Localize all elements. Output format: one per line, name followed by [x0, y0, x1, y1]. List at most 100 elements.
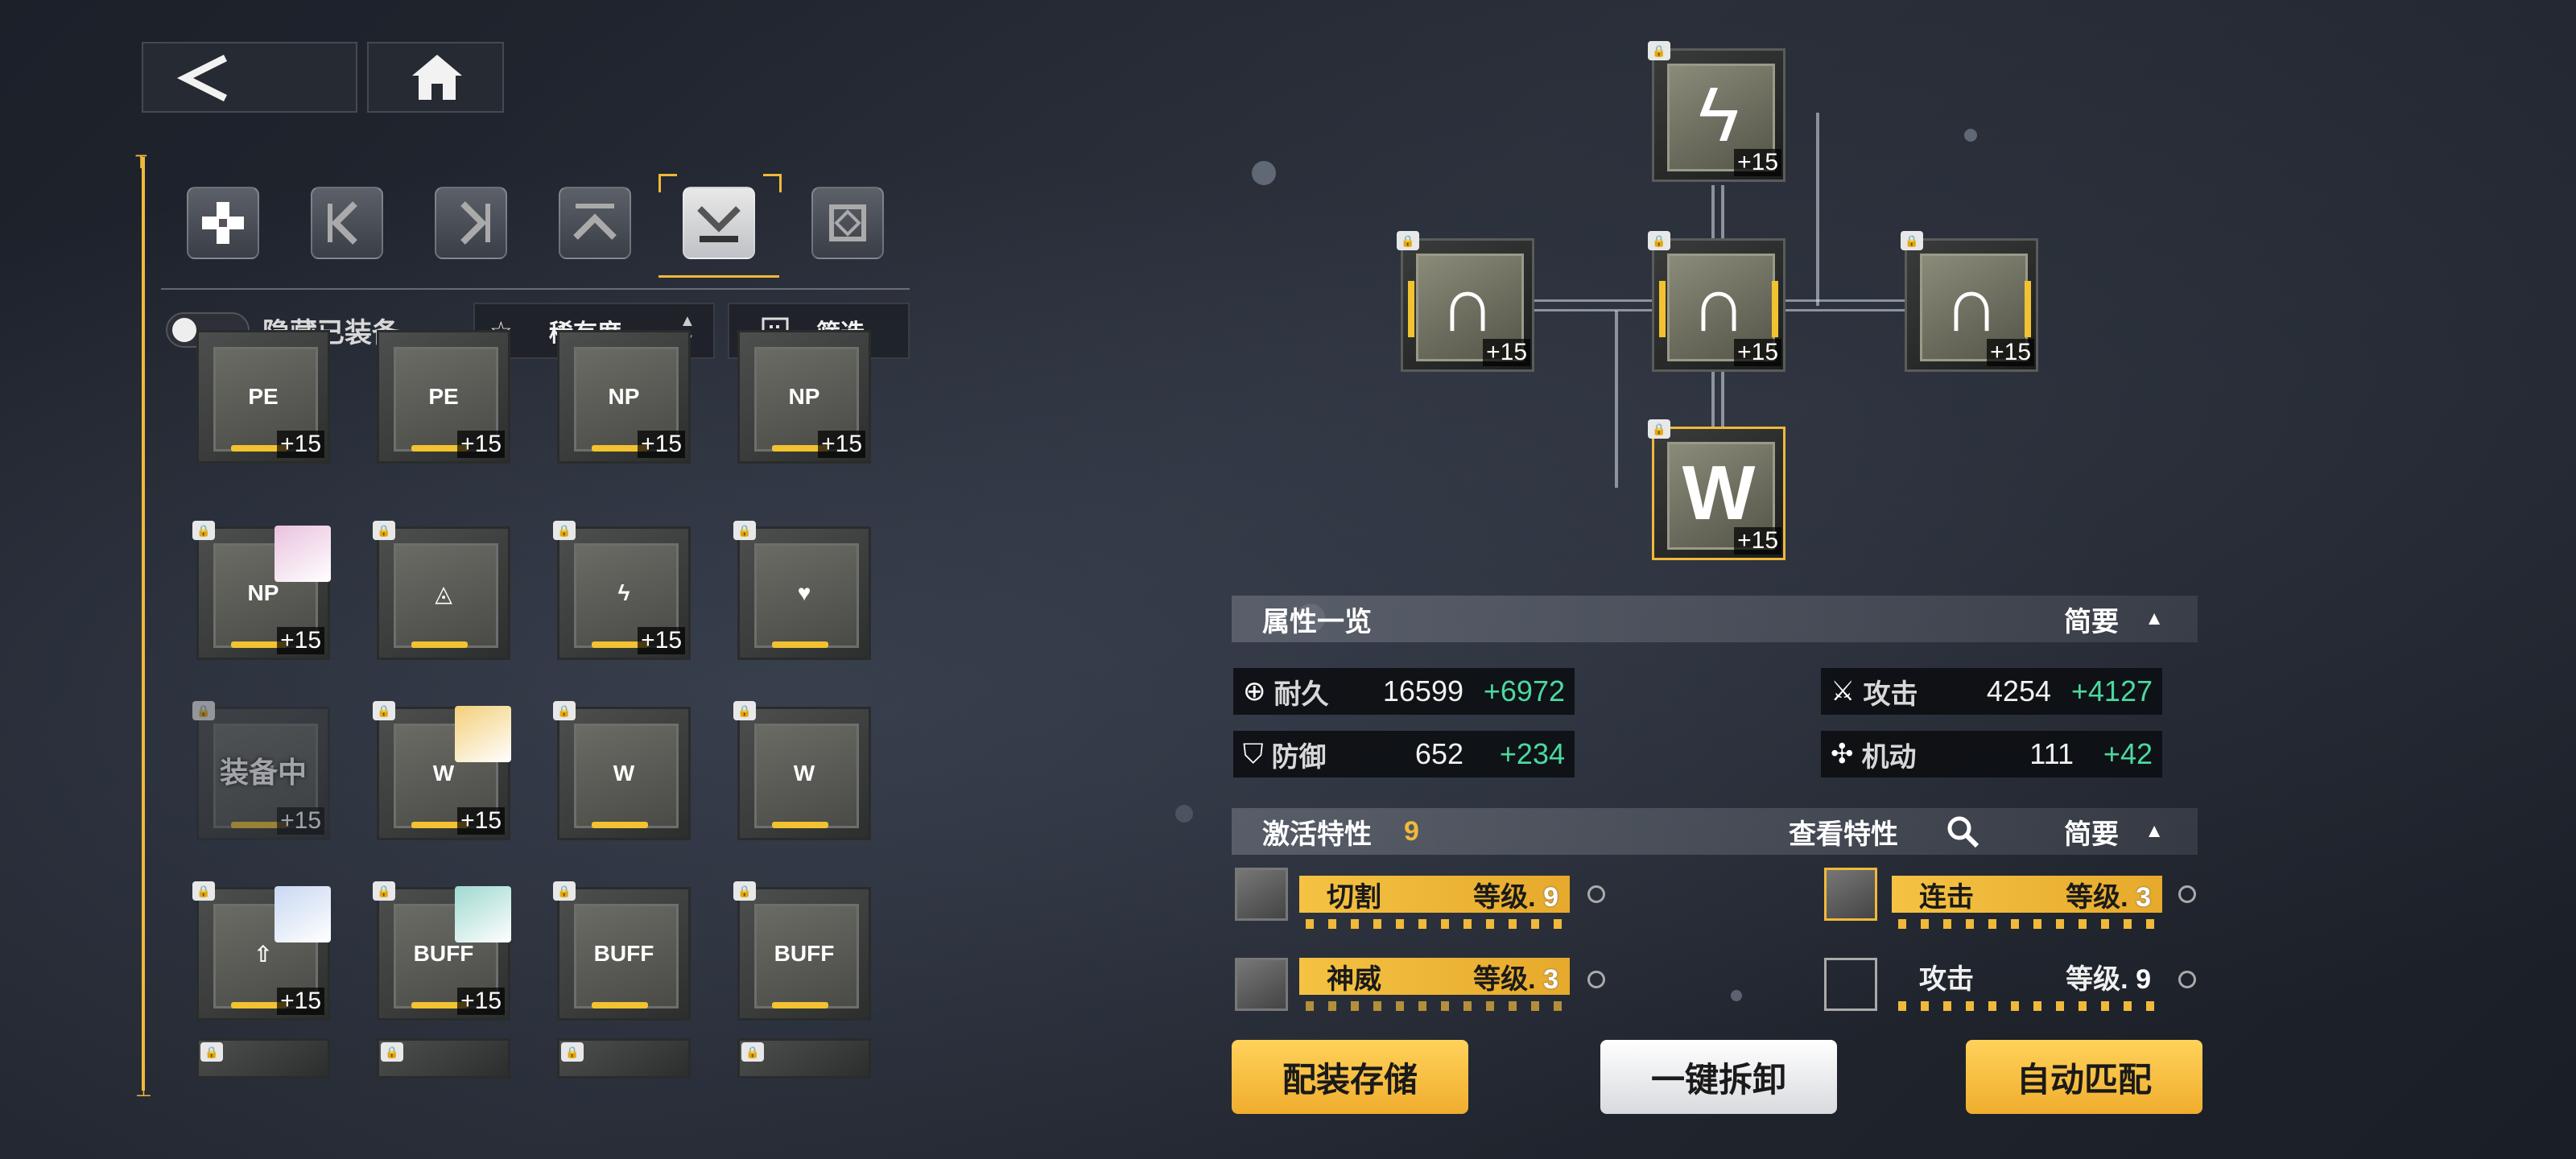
tree-connector: [1721, 370, 1724, 427]
stat-bonus: +4127: [2070, 674, 2153, 707]
traits-toggle-label: 简要: [2064, 819, 2119, 850]
trait-name: 连击: [1919, 881, 1974, 913]
frame-icon: [829, 204, 866, 241]
back-button[interactable]: [142, 42, 357, 113]
lock-icon: 🔒: [1397, 231, 1419, 250]
home-button[interactable]: [367, 42, 504, 113]
inventory-item[interactable]: ϟ 🔒 +15: [553, 521, 691, 660]
item-glyph: ◬: [435, 580, 452, 606]
item-plus: +15: [457, 431, 505, 458]
trait-row[interactable]: 神威 等级. 3: [1299, 958, 1570, 995]
scrollbar-bottom-marker: ⊥: [135, 1079, 152, 1101]
item-plus: +15: [457, 807, 505, 835]
zoom-icon[interactable]: [1587, 971, 1605, 988]
inventory-item[interactable]: BUFF 🔒: [553, 881, 691, 1021]
trait-level-dots: [1306, 1001, 1563, 1011]
tab-center[interactable]: [811, 187, 884, 259]
inventory-item[interactable]: NP +15: [557, 330, 691, 464]
trait-name: 切割: [1327, 881, 1381, 913]
inventory-item[interactable]: NP +15: [737, 330, 871, 464]
save-loadout-button[interactable]: 配装存储: [1232, 1040, 1468, 1114]
inventory-item[interactable]: PE +15: [196, 330, 330, 464]
item-rarity-bar: [592, 1002, 648, 1008]
item-plus: +15: [277, 807, 324, 835]
trait-level-dots: [1898, 1001, 2156, 1011]
trait-level: 等级. 9: [2066, 957, 2151, 996]
inventory-item[interactable]: BUFF 🔒: [733, 881, 871, 1021]
scrollbar-track[interactable]: [142, 157, 145, 1091]
combo-trait-icon: [1824, 868, 1877, 921]
view-traits-label[interactable]: 查看特性: [1789, 812, 1898, 852]
lock-icon: 🔒: [192, 881, 215, 901]
lock-icon: 🔒: [553, 701, 576, 720]
tree-connector: [1711, 370, 1715, 427]
trait-level: 等级. 3: [2066, 875, 2151, 914]
tab-right[interactable]: [435, 187, 507, 259]
node-plus: +15: [1483, 339, 1530, 366]
node-yellow-bar: [1408, 281, 1414, 337]
tree-node-right[interactable]: ∩ 🔒 +15: [1901, 231, 2038, 372]
inventory-item[interactable]: W 🔒 +15: [373, 701, 511, 840]
trait-row[interactable]: 切割 等级. 9: [1299, 876, 1570, 913]
toggle-knob: [172, 318, 196, 342]
inventory-item[interactable]: ♥ 🔒: [733, 521, 871, 660]
trait-level-label: 等级.: [2066, 963, 2128, 995]
inventory-item[interactable]: NP 🔒 +15: [192, 521, 331, 660]
inventory-item-partial[interactable]: 🔒: [377, 1038, 510, 1079]
item-rarity-bar: [772, 1002, 828, 1008]
tree-node-bottom[interactable]: W 🔒 +15: [1648, 419, 1785, 560]
mobility-icon: ✣: [1831, 739, 1854, 769]
scrollbar-top-marker: T: [135, 151, 147, 173]
inventory-item-partial[interactable]: 🔒: [557, 1038, 691, 1079]
inventory-item-partial[interactable]: 🔒: [196, 1038, 330, 1079]
collapse-icon: ▲: [2145, 820, 2164, 842]
stat-bonus: +6972: [1483, 674, 1565, 707]
inventory-item[interactable]: PE +15: [377, 330, 510, 464]
stat-value: 652: [1414, 737, 1463, 770]
tree-node-center[interactable]: ∩ 🔒 +15: [1648, 231, 1785, 372]
inventory-item[interactable]: ◬ 🔒: [373, 521, 510, 660]
inventory-item[interactable]: W 🔒 +15 装备中: [192, 701, 330, 840]
bg-star: [1175, 805, 1193, 823]
lock-icon: 🔒: [192, 701, 215, 720]
tree-node-top[interactable]: ϟ 🔒 +15: [1648, 41, 1785, 182]
zoom-icon[interactable]: [1587, 885, 1605, 903]
tab-top[interactable]: [559, 187, 631, 259]
zoom-icon[interactable]: [2178, 885, 2196, 903]
attributes-toggle-label: 简要: [2064, 606, 2119, 637]
trait-level-label: 等级.: [1473, 881, 1536, 913]
inventory-item[interactable]: BUFF 🔒 +15: [373, 881, 511, 1021]
attributes-header[interactable]: 属性一览 简要 ▲: [1232, 596, 2198, 642]
zoom-icon[interactable]: [2178, 971, 2196, 988]
trait-row[interactable]: 攻击 等级. 9: [1892, 958, 2162, 995]
inventory-item-partial[interactable]: 🔒: [737, 1038, 871, 1079]
tree-node-left[interactable]: ∩ 🔒 +15: [1397, 231, 1534, 372]
lock-icon: 🔒: [733, 881, 756, 901]
node-plus: +15: [1734, 339, 1781, 366]
trait-level-value: 3: [2136, 881, 2151, 913]
stat-bonus: +42: [2103, 737, 2153, 770]
tab-all[interactable]: [187, 187, 259, 259]
search-icon[interactable]: [1945, 814, 1980, 849]
tab-left[interactable]: [311, 187, 383, 259]
stat-attack: ⚔ 攻击 4254 +4127: [1821, 668, 2162, 715]
inventory-item[interactable]: W 🔒: [553, 701, 691, 840]
item-plus: +15: [638, 431, 685, 458]
auto-match-button[interactable]: 自动匹配: [1966, 1040, 2202, 1114]
trait-row[interactable]: 连击 等级. 3: [1892, 876, 2162, 913]
item-glyph: BUFF: [774, 941, 835, 966]
lock-icon: 🔒: [741, 1042, 764, 1062]
lock-icon: 🔒: [553, 881, 576, 901]
inventory-item[interactable]: W 🔒: [733, 701, 871, 840]
pilot-portrait: [455, 886, 511, 942]
traits-header[interactable]: 激活特性 9 查看特性 简要 ▲: [1232, 808, 2198, 855]
tabs-divider: [161, 288, 910, 290]
tab-selection-corner: [763, 174, 782, 192]
attack-icon: ⚔: [1831, 676, 1856, 707]
inventory-item[interactable]: ⇧ 🔒 +15: [192, 881, 331, 1021]
home-icon: [412, 55, 462, 100]
trait-level-value: 3: [1543, 963, 1558, 995]
node-plus: +15: [1987, 339, 2034, 366]
lock-icon: 🔒: [733, 521, 756, 540]
unequip-all-button[interactable]: 一键拆卸: [1600, 1040, 1837, 1114]
